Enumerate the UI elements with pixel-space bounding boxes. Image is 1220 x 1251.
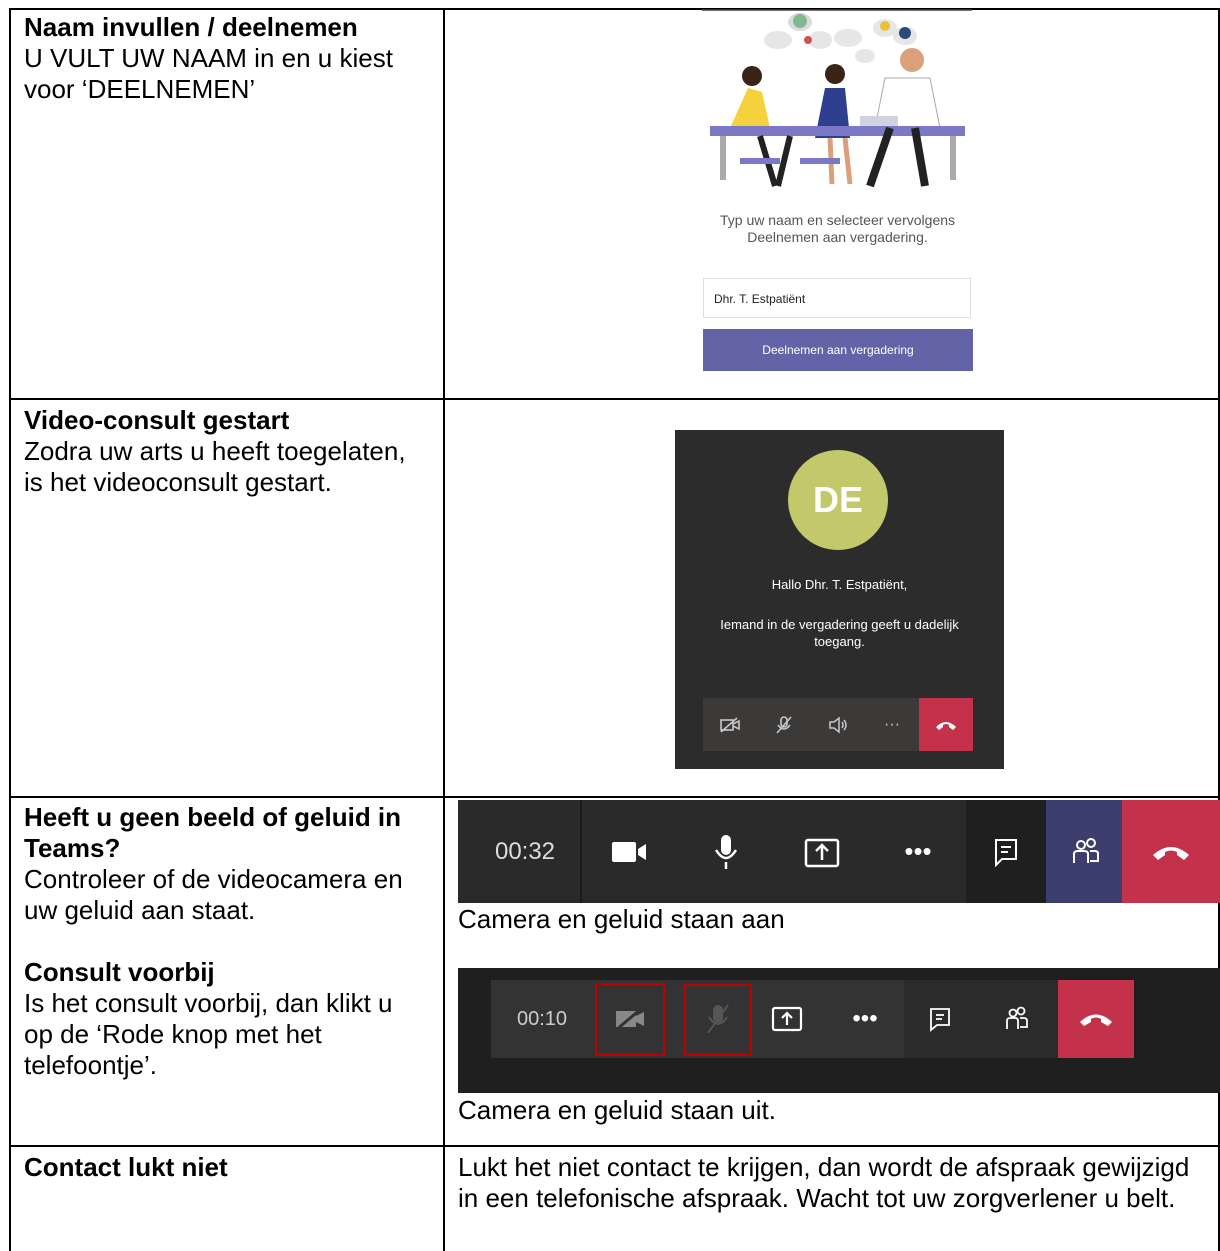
table-column-divider	[443, 8, 445, 1251]
row1-text: Naam invullen / deelnemen U VULT UW NAAM…	[24, 12, 424, 105]
hang-up-button[interactable]	[1058, 980, 1134, 1058]
row3-body-2: Is het consult voorbij, dan klikt u op d…	[24, 988, 393, 1080]
row3-heading: Heeft u geen beeld of geluid in Teams?	[24, 802, 402, 863]
join-prompt: Typ uw naam en selecteer vervolgens Deel…	[720, 212, 956, 245]
lobby-message: Iemand in de vergadering geeft u dadelij…	[720, 617, 959, 649]
row2-heading: Video-consult gestart	[24, 405, 290, 435]
participants-icon[interactable]	[976, 980, 1058, 1058]
call-timer: 00:32	[494, 837, 556, 865]
participants-icon[interactable]	[1046, 800, 1126, 903]
caption-on: Camera en geluid staan aan	[458, 904, 785, 934]
hang-up-icon[interactable]	[919, 698, 973, 751]
row-divider-1	[9, 398, 1220, 400]
row3-body: Controleer of de videocamera en uw gelui…	[24, 864, 403, 925]
camera-icon[interactable]	[582, 800, 678, 903]
row-divider-3	[9, 1145, 1220, 1147]
caption-off: Camera en geluid staan uit.	[458, 1095, 776, 1125]
callbar-off: 00:10 •••	[458, 968, 1220, 1093]
hang-up-button[interactable]	[1122, 800, 1220, 903]
more-options-icon[interactable]: ···	[865, 698, 919, 751]
row-divider-2	[9, 796, 1220, 798]
join-meeting-button[interactable]: Deelnemen aan vergadering	[703, 329, 973, 371]
row4-right-text: Lukt het niet contact te krijgen, dan wo…	[458, 1152, 1190, 1213]
row2-body: Zodra uw arts u heeft toegelaten, is het…	[24, 436, 406, 497]
camera-off-highlight	[595, 983, 665, 1056]
more-options-icon[interactable]: •••	[870, 800, 966, 903]
row1-heading: Naam invullen / deelnemen	[24, 12, 358, 42]
chat-icon[interactable]	[966, 800, 1046, 903]
share-screen-icon[interactable]	[774, 800, 870, 903]
table-top-border	[9, 8, 1220, 10]
chat-icon[interactable]	[904, 980, 976, 1058]
callbar-on: 00:32 •••	[458, 800, 1220, 903]
lobby-screen: DE Hallo Dhr. T. Estpatiënt, Iemand in d…	[675, 430, 1004, 769]
row3-text: Heeft u geen beeld of geluid in Teams? C…	[24, 802, 424, 1081]
call-timer: 00:10	[516, 1007, 568, 1030]
meeting-illustration	[702, 9, 972, 188]
mic-off-highlight	[684, 984, 752, 1056]
table-left-border	[9, 8, 11, 1251]
more-options-icon[interactable]: •••	[830, 980, 900, 1058]
avatar: DE	[788, 450, 888, 550]
microphone-icon[interactable]	[678, 800, 774, 903]
lobby-controls: ···	[703, 698, 973, 751]
camera-off-icon[interactable]	[703, 698, 757, 751]
lobby-greeting: Hallo Dhr. T. Estpatiënt,	[771, 577, 908, 592]
mic-off-icon[interactable]	[757, 698, 811, 751]
speaker-icon[interactable]	[811, 698, 865, 751]
share-screen-icon[interactable]	[756, 980, 818, 1058]
row4-heading: Contact lukt niet	[24, 1152, 228, 1182]
row4-text: Contact lukt niet	[24, 1152, 424, 1183]
row1-body: U VULT UW NAAM in en u kiest voor ‘DEELN…	[24, 43, 393, 104]
row2-text: Video-consult gestart Zodra uw arts u he…	[24, 405, 424, 498]
name-input[interactable]: Dhr. T. Estpatiënt	[703, 278, 971, 318]
row3-heading-2: Consult voorbij	[24, 957, 215, 987]
